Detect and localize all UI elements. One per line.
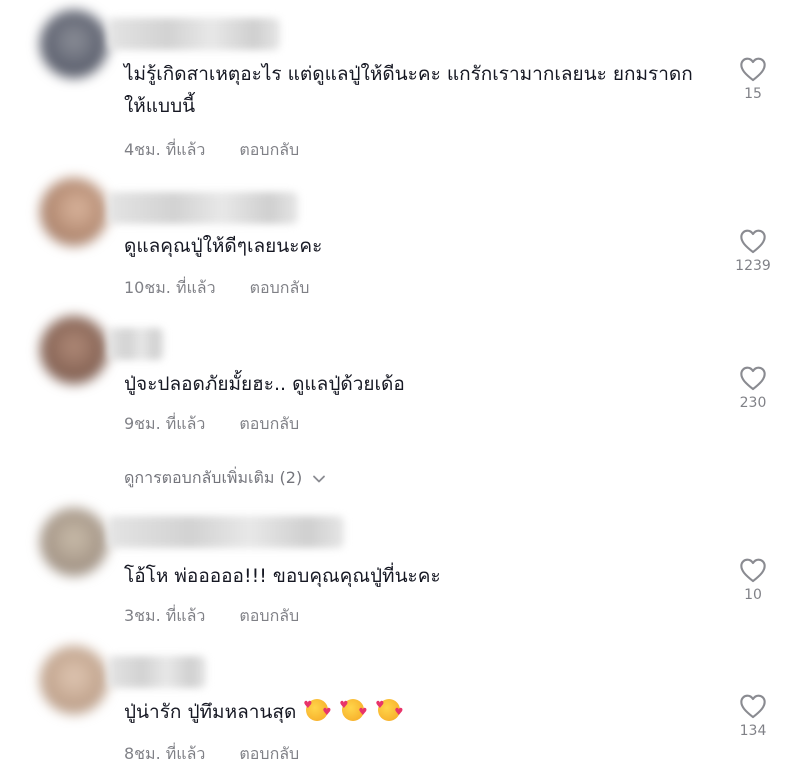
username-blurred[interactable]	[108, 192, 298, 224]
comment-time: 8ชม. ที่แล้ว	[124, 744, 206, 763]
avatar[interactable]	[40, 178, 108, 246]
comment-time: 4ชม. ที่แล้ว	[124, 140, 206, 159]
reply-button[interactable]: ตอบกลับ	[239, 140, 299, 159]
chevron-down-icon	[313, 475, 326, 482]
reply-button[interactable]: ตอบกลับ	[239, 414, 299, 433]
comment-text-body: ปู่น่ารัก ปู่ทึมหลานสุด	[124, 701, 297, 723]
comment-meta: 8ชม. ที่แล้ว ตอบกลับ	[124, 742, 299, 767]
comment-text: ปู่น่ารัก ปู่ทึมหลานสุด	[124, 696, 714, 728]
like-button[interactable]: 10	[723, 557, 783, 603]
comment-time: 3ชม. ที่แล้ว	[124, 606, 206, 625]
comment-text: ปู่จะปลอดภัยมั้ยฮะ.. ดูแลปู่ด้วยเด้อ	[124, 373, 405, 395]
comment-text: ไม่รู้เกิดสาเหตุอะไร แต่ดูแลปู่ให้ดีนะคะ…	[124, 63, 693, 117]
view-more-replies-label: ดูการตอบกลับเพิ่มเติม (2)	[124, 468, 303, 487]
reply-button[interactable]: ตอบกลับ	[239, 744, 299, 763]
comment-text: โอ้โห พ่อออออ!!! ขอบคุณคุณปู่ที่นะคะ	[124, 565, 441, 587]
avatar[interactable]	[40, 646, 108, 714]
like-count: 230	[739, 395, 767, 411]
comment-time: 10ชม. ที่แล้ว	[124, 278, 216, 297]
username-blurred[interactable]	[108, 516, 344, 548]
reply-button[interactable]: ตอบกลับ	[239, 606, 299, 625]
view-more-replies-button[interactable]: ดูการตอบกลับเพิ่มเติม (2)	[124, 466, 326, 491]
username-blurred[interactable]	[108, 656, 206, 688]
comment-meta: 10ชม. ที่แล้ว ตอบกลับ	[124, 276, 309, 301]
like-count: 134	[739, 723, 767, 739]
username-blurred[interactable]	[108, 18, 280, 50]
heart-outline-icon	[740, 57, 766, 82]
avatar[interactable]	[40, 508, 108, 576]
like-count: 15	[744, 86, 762, 102]
avatar[interactable]	[40, 316, 108, 384]
heart-outline-icon	[740, 694, 766, 719]
comment-meta: 9ชม. ที่แล้ว ตอบกลับ	[124, 412, 299, 437]
smiling-face-with-hearts-emoji	[303, 699, 331, 721]
avatar[interactable]	[40, 10, 108, 78]
reply-button[interactable]: ตอบกลับ	[250, 278, 310, 297]
like-button[interactable]: 15	[723, 56, 783, 102]
heart-outline-icon	[740, 558, 766, 583]
comment-time: 9ชม. ที่แล้ว	[124, 414, 206, 433]
heart-outline-icon	[740, 366, 766, 391]
comment-text: ดูแลคุณปู่ให้ดีๆเลยนะคะ	[124, 235, 323, 257]
comment-meta: 3ชม. ที่แล้ว ตอบกลับ	[124, 604, 299, 629]
like-button[interactable]: 1239	[723, 228, 783, 274]
smiling-face-with-hearts-emoji	[375, 699, 403, 721]
username-blurred[interactable]	[108, 328, 164, 360]
like-count: 1239	[735, 258, 771, 274]
heart-outline-icon	[740, 229, 766, 254]
comment-meta: 4ชม. ที่แล้ว ตอบกลับ	[124, 138, 299, 163]
like-count: 10	[744, 587, 762, 603]
like-button[interactable]: 134	[723, 693, 783, 739]
like-button[interactable]: 230	[723, 365, 783, 411]
smiling-face-with-hearts-emoji	[339, 699, 367, 721]
